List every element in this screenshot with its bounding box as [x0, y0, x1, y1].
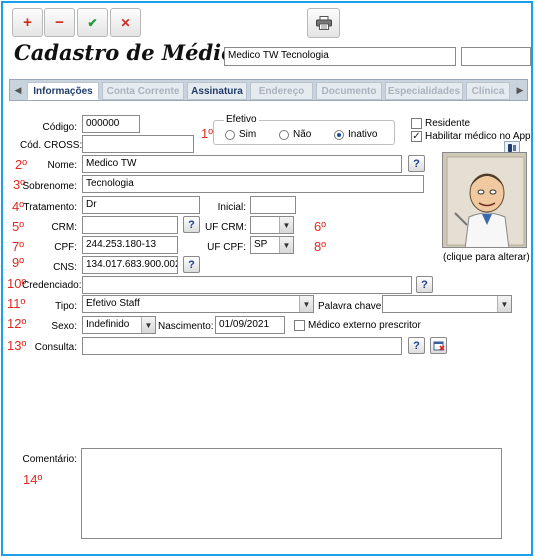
tab-clinica[interactable]: Clínica [466, 82, 510, 100]
habilitar-app-checkbox[interactable]: ✓ [411, 131, 422, 142]
question-icon: ? [421, 278, 428, 291]
cod-cross-label: Cód. CROSS: [20, 140, 83, 151]
question-icon: ? [413, 339, 420, 352]
check-icon: ✔ [87, 15, 98, 30]
medico-externo-checkbox[interactable] [294, 320, 305, 331]
chevron-down-icon: ▼ [299, 296, 313, 312]
codigo-input[interactable]: 000000 [82, 115, 140, 133]
cns-help-button[interactable]: ? [183, 256, 200, 273]
efetivo-inativo-radio[interactable] [334, 130, 344, 140]
tratamento-input[interactable]: Dr [82, 196, 200, 214]
page-title: Cadastro de Médicos [14, 40, 260, 65]
efetivo-legend: Efetivo [224, 114, 259, 125]
comentario-textarea[interactable] [81, 448, 502, 539]
crm-label: CRM: [51, 222, 77, 233]
cns-input[interactable]: 134.017.683.900.002 [82, 256, 178, 274]
tipo-select[interactable]: Efetivo Staff ▼ [82, 295, 314, 313]
tab-endereco[interactable]: Endereço [250, 82, 313, 100]
uf-cpf-select[interactable]: SP ▼ [250, 236, 294, 254]
consulta-input[interactable] [82, 337, 402, 355]
x-icon: ✕ [120, 15, 131, 30]
efetivo-nao-label: Não [293, 129, 312, 140]
cns-label: CNS: [53, 262, 77, 273]
confirm-button[interactable]: ✔ [77, 8, 108, 37]
sexo-select[interactable]: Indefinido ▼ [82, 316, 156, 334]
inicial-label: Inicial: [217, 202, 246, 213]
arrow-left-icon: ◀ [14, 84, 22, 95]
uf-crm-select[interactable]: ▼ [250, 216, 294, 234]
tab-especialidades[interactable]: Especialidades [385, 82, 463, 100]
consulta-clear-button[interactable] [430, 337, 447, 354]
tab-scroll-right[interactable]: ▶ [513, 81, 527, 99]
tab-bar: ◀ Informações Conta Corrente Assinatura … [9, 79, 528, 101]
tab-documento[interactable]: Documento [316, 82, 382, 100]
printer-icon [315, 16, 332, 30]
marker-1: 1º [201, 126, 213, 141]
credenciado-input[interactable] [82, 276, 412, 294]
tab-scroll-left[interactable]: ◀ [11, 81, 25, 99]
chevron-down-icon: ▼ [279, 217, 293, 233]
tipo-label: Tipo: [55, 301, 77, 312]
consulta-help-button[interactable]: ? [408, 337, 425, 354]
question-icon: ? [413, 157, 420, 170]
marker-14: 14º [23, 472, 43, 487]
uf-crm-label: UF CRM: [205, 222, 247, 233]
inicial-input[interactable] [250, 196, 296, 214]
question-icon: ? [188, 218, 195, 231]
nome-label: Nome: [47, 160, 77, 171]
chevron-down-icon: ▼ [141, 317, 155, 333]
nascimento-input[interactable]: 01/09/2021 [215, 316, 285, 334]
arrow-right-icon: ▶ [516, 84, 524, 95]
consulta-label: Consulta: [34, 342, 77, 353]
cpf-input[interactable]: 244.253.180-13 [82, 236, 178, 254]
residente-checkbox[interactable] [411, 118, 422, 129]
doctor-photo[interactable] [442, 152, 527, 248]
doctor-cartoon-image [443, 153, 526, 247]
efetivo-nao-radio[interactable] [279, 130, 289, 140]
tab-conta-corrente[interactable]: Conta Corrente [102, 82, 184, 100]
add-button[interactable]: + [12, 8, 43, 37]
cod-cross-input[interactable] [82, 135, 194, 153]
crm-input[interactable] [82, 216, 178, 234]
chevron-down-icon: ▼ [279, 237, 293, 253]
calendar-clear-icon [433, 341, 445, 351]
plus-icon: + [23, 14, 32, 31]
tab-informacoes[interactable]: Informações [27, 82, 99, 100]
cancel-button[interactable]: ✕ [110, 8, 141, 37]
credenciado-label: Credenciado: [22, 280, 82, 291]
medico-externo-label: Médico externo prescritor [308, 320, 421, 331]
chevron-down-icon: ▼ [497, 296, 511, 312]
crm-help-button[interactable]: ? [183, 216, 200, 233]
efetivo-sim-radio[interactable] [225, 130, 235, 140]
efetivo-sim-label: Sim [239, 129, 257, 140]
cpf-label: CPF: [54, 242, 77, 253]
nome-input[interactable]: Medico TW [82, 155, 402, 173]
minus-icon: − [55, 14, 64, 31]
photo-caption: (clique para alterar) [443, 252, 530, 263]
nome-help-button[interactable]: ? [408, 155, 425, 172]
sobrenome-input[interactable]: Tecnologia [82, 175, 424, 193]
efetivo-inativo-label: Inativo [348, 129, 378, 140]
question-icon: ? [188, 258, 195, 271]
doctor-name-display: Medico TW Tecnologia [224, 47, 456, 66]
marker-6: 6º [314, 219, 326, 234]
marker-8: 8º [314, 239, 326, 254]
print-button[interactable] [307, 8, 340, 38]
comentario-label: Comentário: [22, 454, 77, 465]
credenciado-help-button[interactable]: ? [416, 276, 433, 293]
palavra-chave-label: Palavra chave: [318, 301, 385, 312]
nascimento-label: Nascimento: [158, 321, 214, 332]
uf-cpf-label: UF CPF: [207, 242, 246, 253]
tab-assinatura[interactable]: Assinatura [187, 82, 247, 100]
tratamento-label: Tratamento: [23, 202, 77, 213]
codigo-label: Código: [42, 122, 77, 133]
sexo-label: Sexo: [51, 321, 77, 332]
palavra-chave-select[interactable]: ▼ [382, 295, 512, 313]
residente-label: Residente [425, 118, 471, 129]
sobrenome-label: Sobrenome: [22, 181, 77, 192]
header-extra-field [461, 47, 531, 66]
remove-button[interactable]: − [44, 8, 75, 37]
